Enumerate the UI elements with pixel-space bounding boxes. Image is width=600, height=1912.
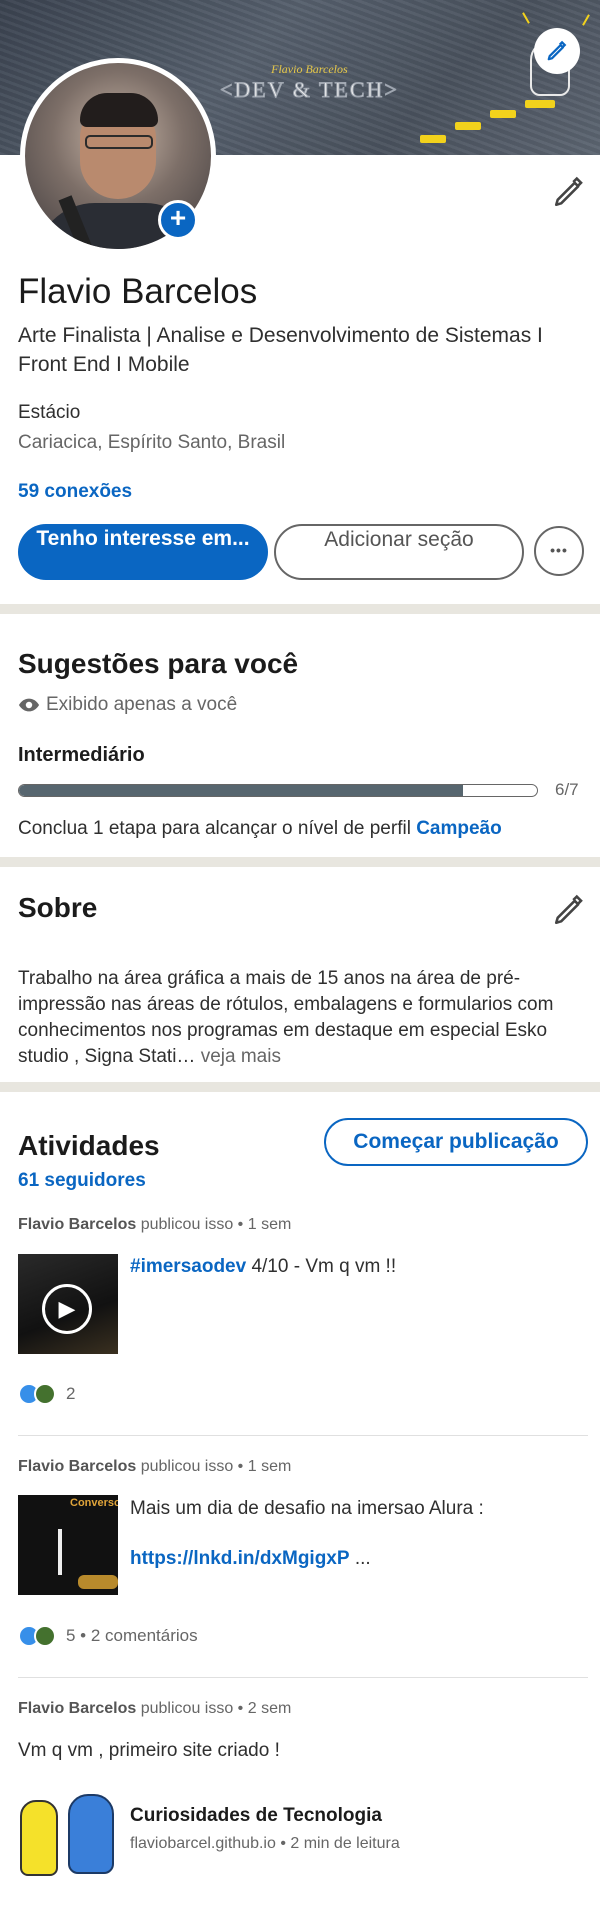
add-section-button[interactable]: Adicionar seção xyxy=(274,524,524,580)
post-video-thumbnail[interactable]: ▶ xyxy=(18,1254,118,1354)
post-reactions[interactable]: 2 xyxy=(18,1383,75,1405)
post-reactions[interactable]: 5 • 2 comentários xyxy=(18,1625,198,1647)
post-meta: Flavio Barcelos publicou isso • 1 sem xyxy=(18,1458,291,1476)
profile-education[interactable]: Estácio xyxy=(18,402,80,424)
edit-about-pencil-icon[interactable] xyxy=(552,893,586,927)
profile-progress-bar xyxy=(18,784,538,797)
post-link[interactable]: https://lnkd.in/dxMgigxP xyxy=(130,1548,350,1569)
start-post-button[interactable]: Começar publicação xyxy=(324,1118,588,1166)
edit-banner-button[interactable] xyxy=(534,28,580,74)
reaction-count: 5 • 2 comentários xyxy=(66,1626,198,1645)
article-source: flaviobarcel.github.io • 2 min de leitur… xyxy=(130,1835,400,1852)
section-divider xyxy=(0,1082,600,1092)
thumbnail-coins xyxy=(78,1575,118,1589)
post-text[interactable]: Vm q vm , primeiro site criado ! xyxy=(18,1740,280,1762)
edit-intro-pencil-icon[interactable] xyxy=(552,175,586,209)
banner-logo: Flavio Barcelos <DEV & TECH> xyxy=(220,62,399,103)
reaction-icons xyxy=(18,1625,60,1647)
celebrate-icon xyxy=(34,1625,56,1647)
see-more-link[interactable]: veja mais xyxy=(201,1046,281,1067)
eye-icon xyxy=(18,698,40,712)
thumbnail-label: Conversor xyxy=(70,1497,118,1509)
stair-step xyxy=(490,110,516,118)
followers-link[interactable]: 61 seguidores xyxy=(18,1170,146,1192)
robot-yellow-icon xyxy=(20,1800,58,1876)
suggestions-title: Sugestões para você xyxy=(18,648,299,679)
post-text[interactable]: Mais um dia de desafio na imersao Alura … xyxy=(130,1498,484,1520)
pencil-icon xyxy=(547,40,567,61)
stair-step xyxy=(420,135,446,143)
next-level-link[interactable]: Campeão xyxy=(416,818,502,839)
section-divider xyxy=(0,604,600,614)
activity-title: Atividades xyxy=(18,1130,160,1161)
stair-step xyxy=(525,100,555,108)
next-step-prefix: Conclua 1 etapa para alcançar o nível de… xyxy=(18,818,411,839)
article-title[interactable]: Curiosidades de Tecnologia xyxy=(130,1805,382,1827)
thumbnail-figure xyxy=(58,1529,62,1575)
post-author: Flavio Barcelos xyxy=(18,1458,137,1475)
avatar-glasses xyxy=(85,135,153,149)
visibility-note: Exibido apenas a você xyxy=(18,694,237,716)
robot-blue-icon xyxy=(68,1794,114,1874)
about-text[interactable]: Trabalho na área gráfica a mais de 15 an… xyxy=(18,966,588,1070)
open-to-button[interactable]: Tenho interesse em... xyxy=(18,524,268,580)
post-divider xyxy=(18,1677,588,1678)
avatar-hair xyxy=(80,93,158,127)
about-title: Sobre xyxy=(18,892,98,923)
post-time: publicou isso • 2 sem xyxy=(140,1700,292,1717)
reaction-icons xyxy=(18,1383,60,1405)
add-photo-button[interactable]: + xyxy=(158,200,198,240)
play-icon[interactable]: ▶ xyxy=(42,1284,92,1334)
post-link-row[interactable]: https://lnkd.in/dxMgigxP ... xyxy=(130,1548,371,1570)
ellipsis-icon: ••• xyxy=(550,542,568,558)
article-thumbnail[interactable] xyxy=(18,1790,122,1880)
more-options-button[interactable]: ••• xyxy=(534,526,584,576)
post-body: 4/10 - Vm q vm !! xyxy=(246,1256,397,1277)
post-link-suffix: ... xyxy=(349,1548,371,1569)
post-author: Flavio Barcelos xyxy=(18,1700,137,1717)
post-hashtag[interactable]: #imersaodev xyxy=(130,1256,246,1277)
profile-name: Flavio Barcelos xyxy=(18,272,258,311)
connections-link[interactable]: 59 conexões xyxy=(18,481,132,503)
post-divider xyxy=(18,1435,588,1436)
post-meta: Flavio Barcelos publicou isso • 2 sem xyxy=(18,1700,291,1718)
profile-level: Intermediário xyxy=(18,744,145,766)
profile-location: Cariacica, Espírito Santo, Brasil xyxy=(18,432,286,453)
section-divider xyxy=(0,857,600,867)
progress-count: 6/7 xyxy=(555,780,579,799)
banner-main-text: <DEV & TECH> xyxy=(220,77,399,103)
celebrate-icon xyxy=(34,1383,56,1405)
post-time: publicou isso • 1 sem xyxy=(140,1458,292,1475)
post-text[interactable]: #imersaodev 4/10 - Vm q vm !! xyxy=(130,1256,396,1278)
stair-step xyxy=(455,122,481,130)
reaction-count: 2 xyxy=(66,1384,76,1403)
progress-fill xyxy=(19,785,463,796)
post-meta: Flavio Barcelos publicou isso • 1 sem xyxy=(18,1216,291,1234)
banner-sub-text: Flavio Barcelos xyxy=(271,62,348,76)
post-author: Flavio Barcelos xyxy=(18,1216,137,1233)
visibility-text: Exibido apenas a você xyxy=(46,694,238,715)
post-time: publicou isso • 1 sem xyxy=(140,1216,292,1233)
next-step-text[interactable]: Conclua 1 etapa para alcançar o nível de… xyxy=(18,818,502,840)
about-body: Trabalho na área gráfica a mais de 15 an… xyxy=(18,968,554,1067)
profile-headline: Arte Finalista | Analise e Desenvolvimen… xyxy=(18,324,543,376)
post-image-thumbnail[interactable]: Conversor xyxy=(18,1495,118,1595)
plus-icon: + xyxy=(169,202,187,233)
